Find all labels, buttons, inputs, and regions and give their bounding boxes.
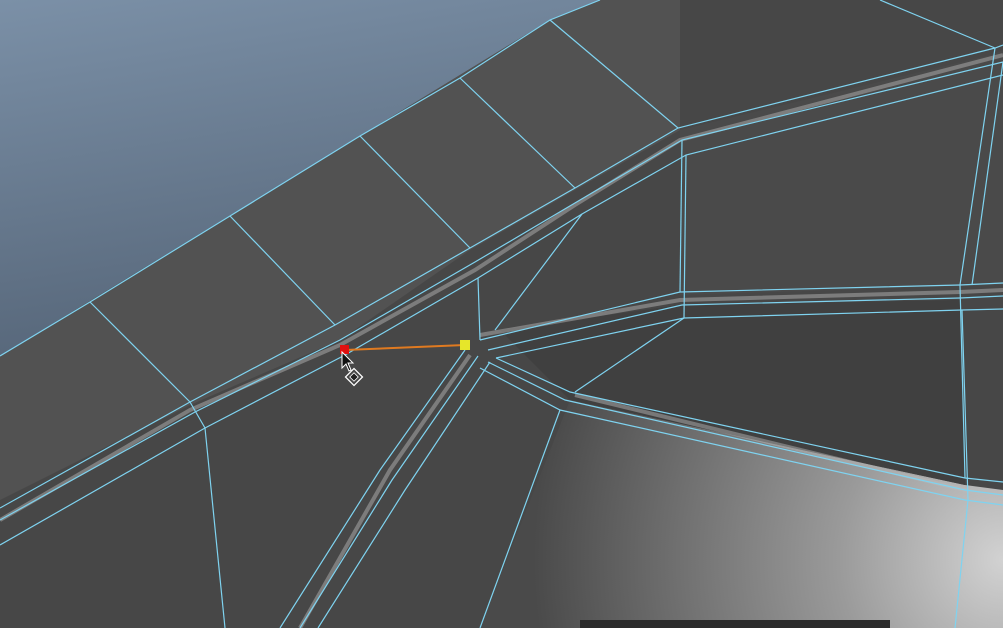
viewport-status-strip bbox=[580, 620, 890, 628]
cut-target-vertex[interactable] bbox=[460, 340, 470, 350]
3d-viewport[interactable] bbox=[0, 0, 1003, 628]
cut-start-vertex[interactable] bbox=[340, 345, 349, 354]
viewport-canvas[interactable] bbox=[0, 0, 1003, 628]
